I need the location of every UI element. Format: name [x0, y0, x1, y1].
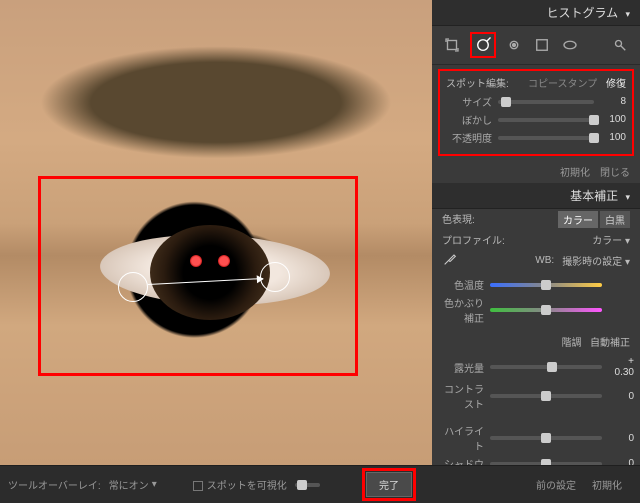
contrast-label: コントラスト: [438, 381, 484, 411]
opacity-label: 不透明度: [446, 130, 492, 145]
brush-tool-icon[interactable]: [610, 35, 630, 55]
size-value: 8: [600, 96, 626, 107]
tone-header: 階調: [562, 338, 582, 349]
temp-slider[interactable]: [490, 283, 602, 287]
feather-value: 100: [600, 114, 626, 125]
redeye-tool-icon[interactable]: [504, 35, 524, 55]
shadows-label: シャドウ: [438, 456, 484, 465]
profile-value[interactable]: カラー ▾: [592, 232, 630, 247]
spot-edit-title: スポット編集:: [446, 75, 509, 90]
done-button[interactable]: 完了: [366, 472, 412, 497]
annotation-rect: [38, 176, 358, 376]
radial-filter-tool-icon[interactable]: [560, 35, 580, 55]
shadows-slider[interactable]: [490, 462, 602, 466]
highlights-value: 0: [608, 433, 634, 444]
profile-label: プロファイル:: [442, 232, 505, 247]
wb-eyedropper-icon[interactable]: [442, 251, 458, 270]
tool-strip: [432, 26, 640, 65]
treatment-bw[interactable]: 白黒: [600, 211, 630, 228]
opacity-slider[interactable]: [498, 136, 594, 140]
visualize-slider[interactable]: [295, 483, 321, 487]
overlay-label: ツールオーバーレイ:: [8, 477, 101, 492]
exposure-label: 露光量: [438, 360, 484, 375]
feather-label: ぼかし: [446, 112, 492, 127]
overlay-select[interactable]: 常にオン ▾: [109, 477, 157, 492]
wb-label: WB:: [535, 255, 554, 266]
spot-removal-tool-icon[interactable]: [473, 35, 493, 55]
histogram-header[interactable]: ヒストグラム: [432, 0, 640, 26]
crop-tool-icon[interactable]: [442, 35, 462, 55]
reset-link[interactable]: 初期化: [560, 164, 590, 179]
exposure-slider[interactable]: [490, 365, 602, 369]
treatment-color[interactable]: カラー: [558, 211, 598, 228]
size-slider[interactable]: [498, 100, 594, 104]
opacity-value: 100: [600, 132, 626, 143]
auto-button[interactable]: 自動補正: [590, 338, 630, 349]
image-canvas[interactable]: [0, 0, 432, 465]
highlights-label: ハイライト: [438, 423, 484, 453]
shadows-value: 0: [608, 458, 634, 465]
prev-settings-link[interactable]: 前の設定: [536, 477, 576, 492]
grad-filter-tool-icon[interactable]: [532, 35, 552, 55]
develop-panel: ヒストグラム スポット編集: コピースタンプ 修復 サイズ 8: [432, 0, 640, 465]
contrast-value: 0: [608, 391, 634, 402]
temp-label: 色温度: [438, 277, 484, 292]
close-link[interactable]: 閉じる: [600, 164, 630, 179]
footer-reset-link[interactable]: 初期化: [592, 477, 622, 492]
highlights-slider[interactable]: [490, 436, 602, 440]
exposure-value: + 0.30: [608, 356, 634, 378]
footer-bar: ツールオーバーレイ: 常にオン ▾ スポットを可視化 完了 前の設定 初期化: [0, 465, 640, 503]
feather-slider[interactable]: [498, 118, 594, 122]
tint-slider[interactable]: [490, 308, 602, 312]
mode-clone[interactable]: コピースタンプ: [528, 79, 597, 90]
tint-label: 色かぶり補正: [438, 295, 484, 325]
basic-header[interactable]: 基本補正: [432, 183, 640, 209]
spot-edit-panel: スポット編集: コピースタンプ 修復 サイズ 8 ぼかし 100 不透明度 10…: [438, 69, 634, 156]
treatment-label: 色表現:: [442, 211, 475, 228]
contrast-slider[interactable]: [490, 394, 602, 398]
mode-heal[interactable]: 修復: [606, 79, 626, 90]
visualize-checkbox[interactable]: スポットを可視化: [193, 477, 287, 492]
wb-value[interactable]: 撮影時の設定 ▾: [562, 253, 630, 268]
size-label: サイズ: [446, 94, 492, 109]
